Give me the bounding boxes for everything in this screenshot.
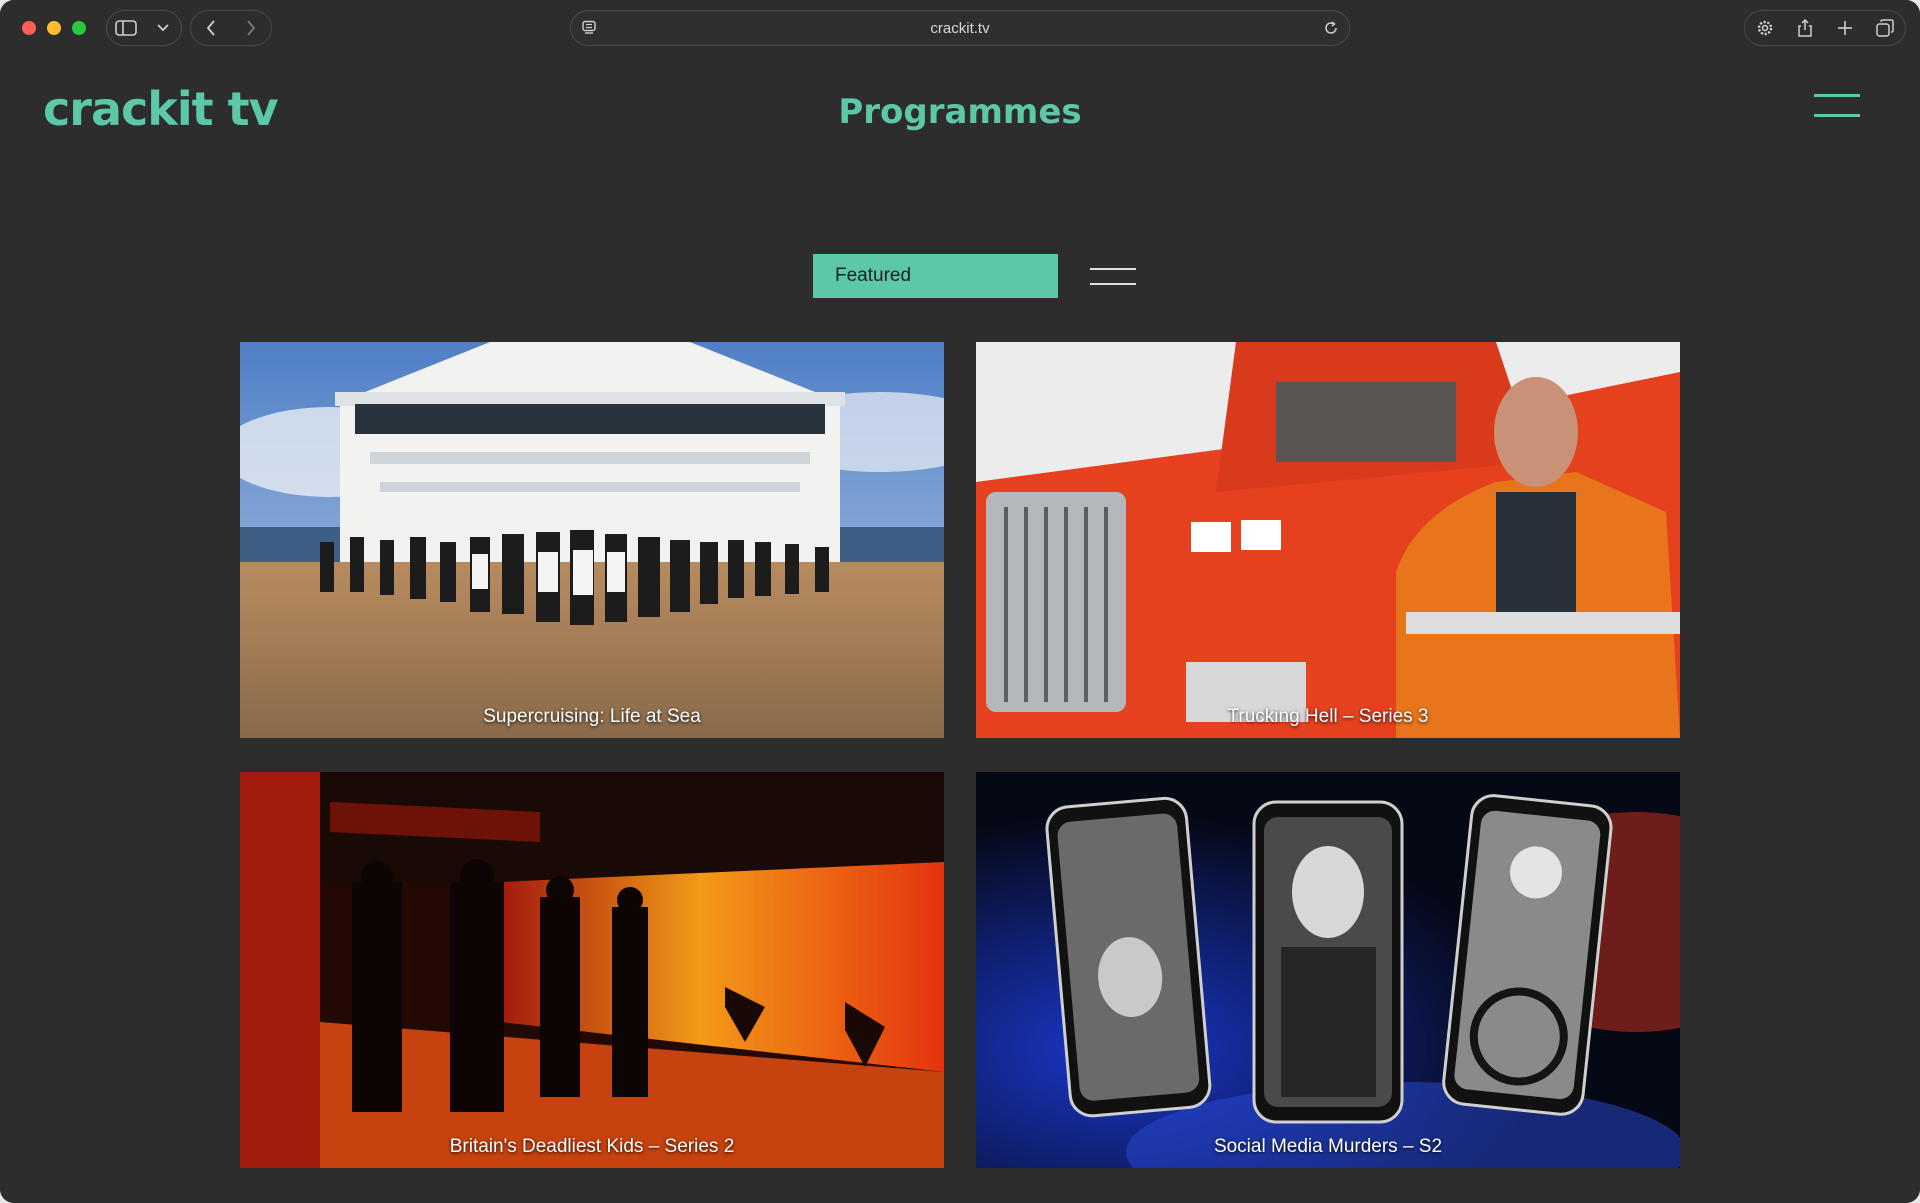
tab-overview-button[interactable] (1865, 11, 1905, 45)
chevron-down-icon (156, 24, 169, 32)
plus-icon (1838, 21, 1852, 35)
filter-menu-icon[interactable] (1090, 268, 1136, 286)
zoom-window-button[interactable] (72, 21, 86, 35)
chevron-left-icon (206, 20, 215, 36)
minimize-window-button[interactable] (47, 21, 61, 35)
programme-card[interactable]: Social Media Murders – S2 (976, 772, 1680, 1168)
browser-actions-group (1744, 10, 1906, 46)
new-tab-button[interactable] (1825, 11, 1865, 45)
address-bar[interactable]: crackit.tv (570, 10, 1350, 46)
sidebar-icon (114, 20, 137, 36)
browser-window: crackit.tv crackit tv Programmes Feature… (0, 0, 1920, 1203)
programme-card[interactable]: Trucking Hell – Series 3 (976, 342, 1680, 738)
programme-thumbnail (240, 342, 944, 738)
gear-icon (1757, 20, 1773, 36)
tab-groups-dropdown[interactable] (144, 11, 181, 45)
programme-card[interactable]: Supercruising: Life at Sea (240, 342, 944, 738)
programme-title: Social Media Murders – S2 (1213, 1136, 1443, 1157)
sidebar-toggle-button[interactable] (107, 11, 144, 45)
back-button[interactable] (191, 11, 231, 45)
programme-thumbnail (976, 772, 1680, 1168)
forward-button[interactable] (231, 11, 271, 45)
programme-title: Britain's Deadliest Kids – Series 2 (449, 1136, 735, 1157)
programme-thumbnail (976, 342, 1680, 738)
history-nav-group (190, 10, 272, 46)
browser-toolbar: crackit.tv (0, 0, 1920, 56)
tabs-overview-icon (1876, 19, 1894, 37)
web-page: crackit tv Programmes Featured Supercrui… (0, 56, 1920, 1203)
category-filter-select[interactable]: Featured (813, 254, 1058, 298)
share-button[interactable] (1785, 11, 1825, 45)
programme-thumbnail (240, 772, 944, 1168)
share-icon (1798, 18, 1812, 37)
page-title: Programmes (838, 92, 1082, 132)
programme-title: Trucking Hell – Series 3 (1227, 706, 1429, 727)
hamburger-menu-icon[interactable] (1814, 94, 1860, 118)
programme-title: Supercruising: Life at Sea (483, 706, 701, 727)
url-text: crackit.tv (930, 20, 990, 37)
reload-icon[interactable] (1323, 20, 1339, 36)
settings-button[interactable] (1745, 11, 1785, 45)
close-window-button[interactable] (22, 21, 36, 35)
sidebar-toggle-group (106, 10, 182, 46)
programme-card[interactable]: Britain's Deadliest Kids – Series 2 (240, 772, 944, 1168)
chevron-right-icon (247, 20, 256, 36)
